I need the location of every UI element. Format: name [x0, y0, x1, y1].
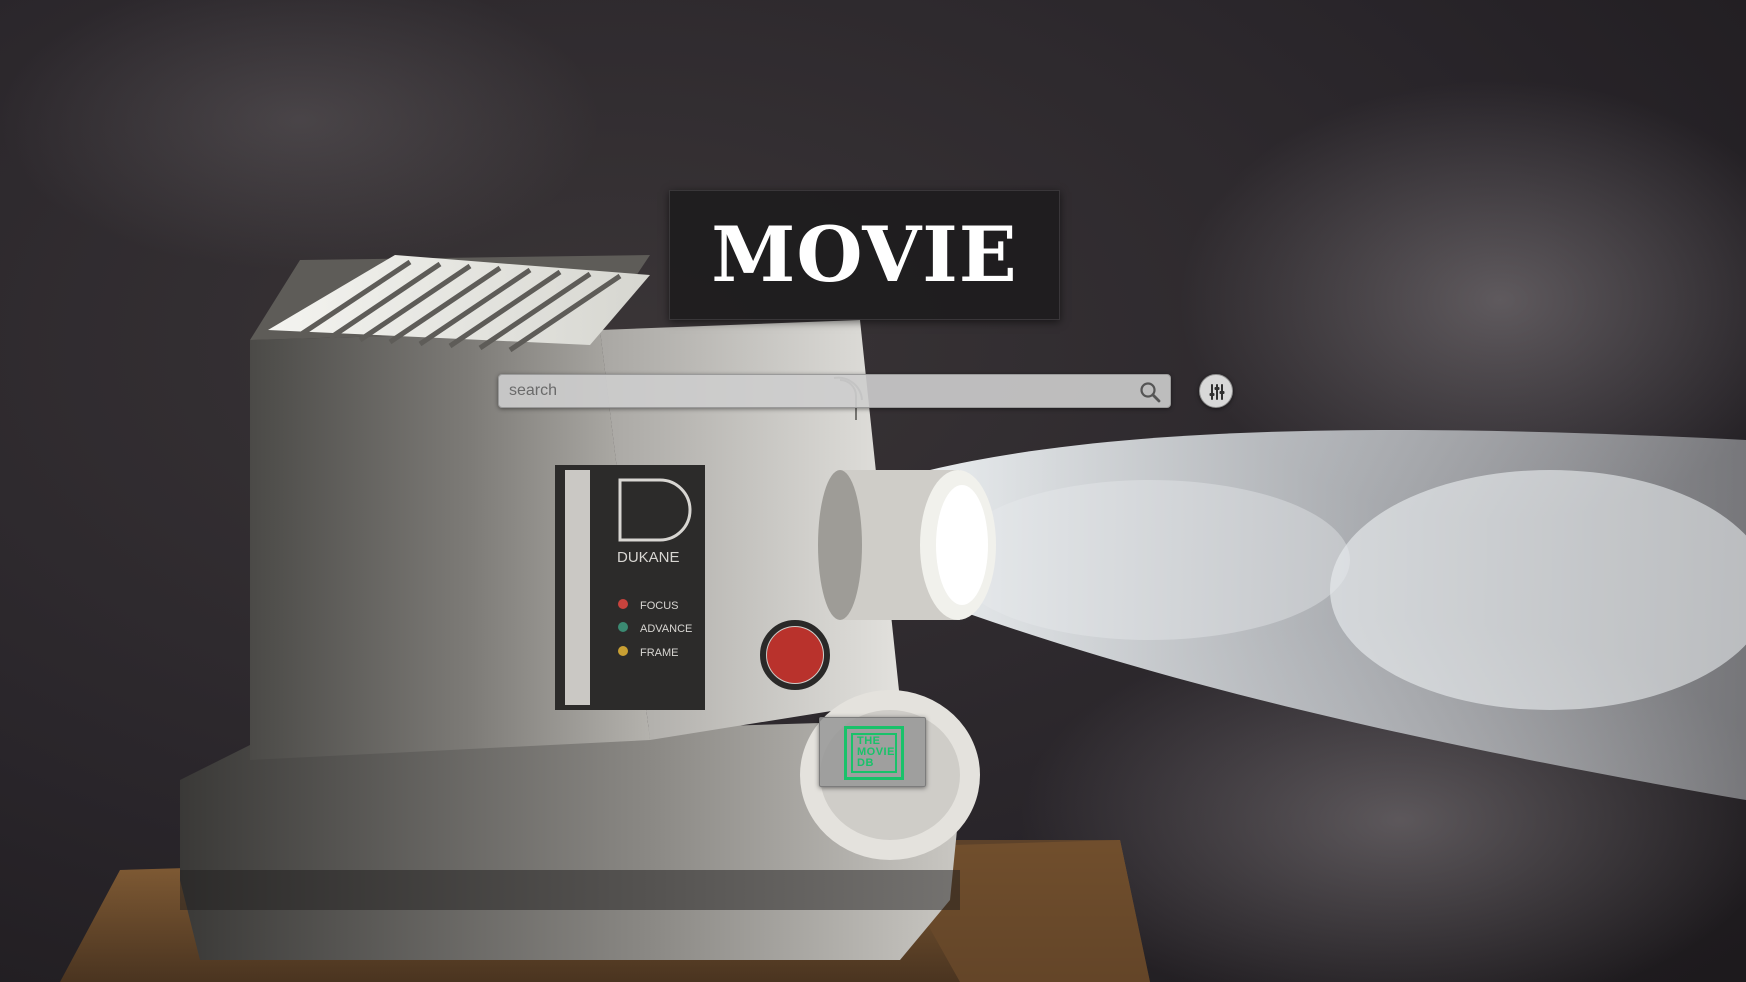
title-box: MOVIE	[669, 190, 1060, 320]
app-root: DUKANE FOCUS ADVANCE FRAME MOVIE search …	[0, 0, 1746, 982]
tmdb-logo: THE MOVIE DB	[844, 726, 904, 780]
svg-text:DUKANE: DUKANE	[617, 549, 680, 566]
tmdb-logo-line-3: DB	[857, 757, 874, 769]
background-photo: DUKANE FOCUS ADVANCE FRAME	[0, 0, 1746, 982]
tmdb-link[interactable]: THE MOVIE DB	[819, 717, 926, 787]
svg-text:FOCUS: FOCUS	[640, 600, 679, 612]
search-bar	[498, 374, 1171, 408]
svg-text:ADVANCE: ADVANCE	[640, 623, 692, 635]
sliders-icon	[1209, 384, 1225, 400]
svg-text:FRAME: FRAME	[640, 647, 679, 659]
filter-button[interactable]	[1199, 374, 1233, 408]
page-title: MOVIE	[711, 210, 1018, 299]
search-input[interactable]	[499, 375, 1119, 407]
search-icon[interactable]	[1138, 380, 1162, 404]
